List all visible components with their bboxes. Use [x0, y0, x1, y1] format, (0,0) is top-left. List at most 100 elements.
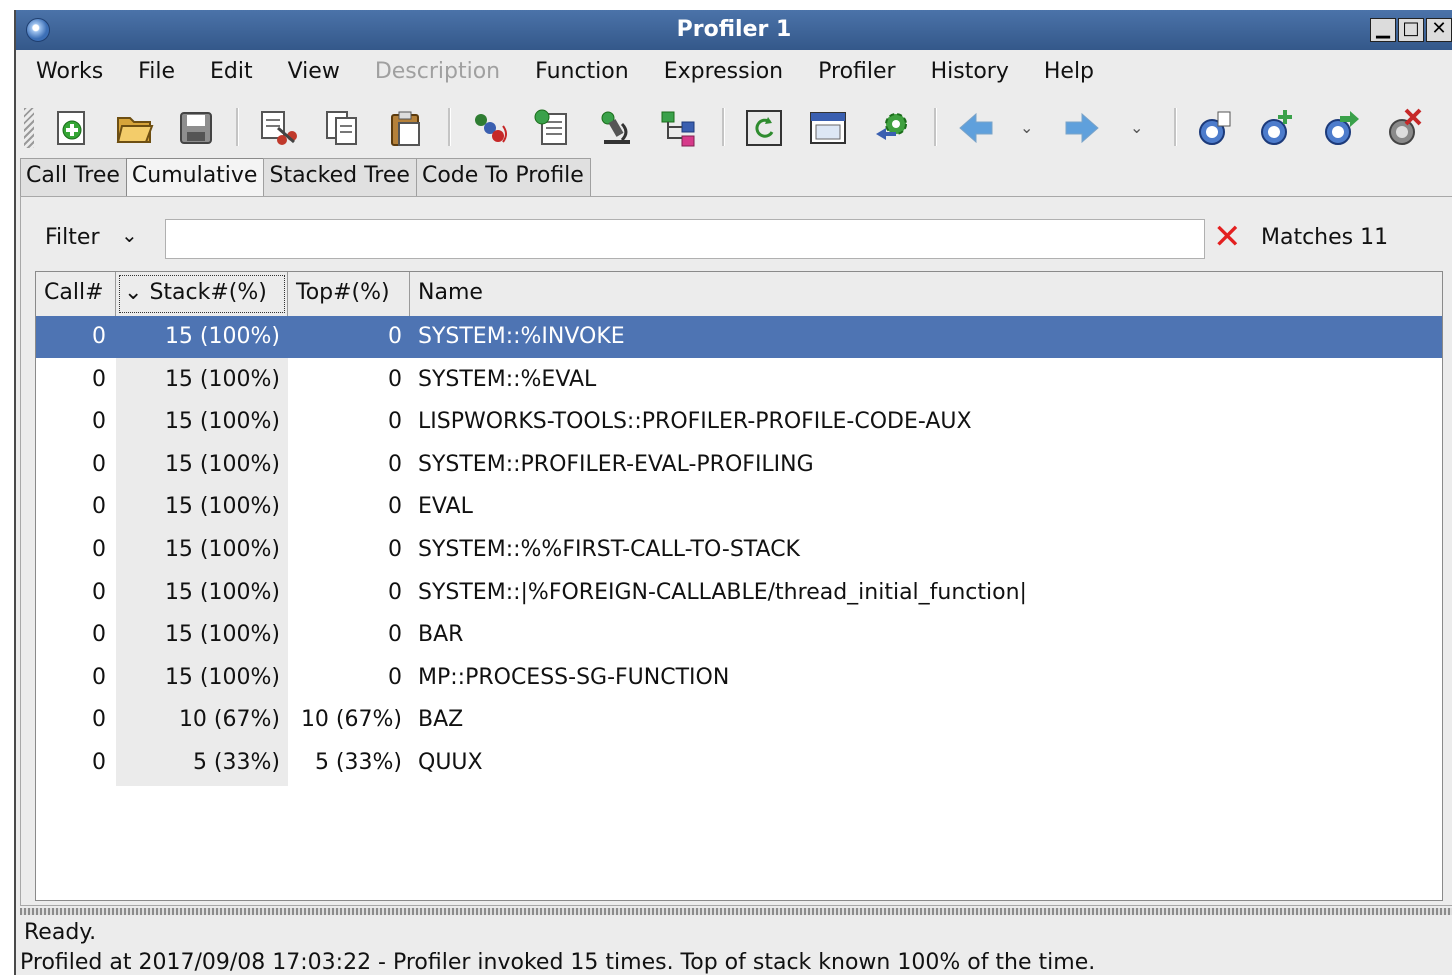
cell-stack: 15 (100%): [164, 494, 280, 520]
forward-arrow-icon[interactable]: [1062, 108, 1102, 148]
column-call[interactable]: Call#: [36, 272, 116, 316]
profiler-clear-icon[interactable]: [1384, 108, 1424, 148]
toolbar-separator: [236, 108, 239, 146]
cell-top: 0: [388, 366, 402, 392]
table-row[interactable]: 0 15 (100%) 0 SYSTEM::PROFILER-EVAL-PROFILI…: [36, 444, 1442, 486]
cell-call: 0: [92, 707, 106, 733]
cell-top: 5 (33%): [314, 750, 402, 775]
cell-stack: 15 (100%): [164, 324, 280, 349]
cell-stack: 15 (100%): [164, 409, 280, 435]
profiler-add-icon[interactable]: [1256, 108, 1296, 148]
column-stack[interactable]: ⌄ Stack#(%): [116, 272, 288, 316]
column-top-label: Top#(%): [296, 280, 390, 305]
cell-name: QUUX: [418, 750, 483, 775]
cell-call: 0: [92, 579, 106, 605]
cell-call: 0: [92, 622, 106, 648]
menu-profiler[interactable]: Profiler: [798, 59, 910, 84]
table-row[interactable]: 0 15 (100%) 0 LISPWORKS-TOOLS::PROFILER-PRO…: [36, 401, 1442, 443]
cell-stack: 15 (100%): [164, 366, 280, 392]
table-row[interactable]: 0 15 (100%) 0 SYSTEM::|%FOREIGN-CALLABLE/th…: [36, 572, 1442, 614]
paste-icon[interactable]: [386, 108, 426, 148]
cell-stack: 15 (100%): [164, 579, 280, 605]
toolbar-separator: [448, 108, 451, 146]
filter-input[interactable]: [165, 219, 1205, 259]
status-splitter[interactable]: [20, 908, 1452, 915]
cell-stack: 15 (100%): [164, 622, 280, 648]
menu-file[interactable]: File: [118, 59, 190, 84]
menu-works[interactable]: Works: [16, 59, 118, 84]
describe-icon[interactable]: [532, 108, 572, 148]
filter-mode-dropdown[interactable]: ⌄: [121, 223, 138, 247]
toolbar-separator: [1174, 108, 1177, 146]
forward-history-dropdown[interactable]: ⌄: [1130, 118, 1143, 137]
cell-call: 0: [92, 750, 106, 775]
column-top[interactable]: Top#(%): [288, 272, 410, 316]
menu-help[interactable]: Help: [1024, 59, 1109, 84]
column-name[interactable]: Name: [410, 272, 1442, 316]
toolbar-grip[interactable]: [24, 108, 34, 148]
profiler-go-icon[interactable]: [1320, 108, 1360, 148]
table-row[interactable]: 0 15 (100%) 0 SYSTEM::%EVAL: [36, 359, 1442, 401]
cell-stack: 5 (33%): [192, 750, 280, 775]
back-arrow-icon[interactable]: [956, 108, 996, 148]
save-icon[interactable]: [176, 108, 216, 148]
minimize-icon[interactable]: ▁: [1370, 18, 1396, 42]
inspect-icon[interactable]: [470, 108, 510, 148]
column-name-label: Name: [418, 280, 483, 305]
window-icon[interactable]: [808, 108, 848, 148]
cell-name: SYSTEM::|%FOREIGN-CALLABLE/thread_initia…: [418, 579, 1027, 605]
toolbar-separator: [934, 108, 937, 146]
matches-count: Matches 11: [1261, 225, 1389, 250]
cell-stack: 15 (100%): [164, 451, 280, 477]
tab-code-to-profile[interactable]: Code To Profile: [415, 158, 591, 196]
cell-name: SYSTEM::%EVAL: [418, 366, 597, 392]
copy-icon[interactable]: [322, 108, 362, 148]
graph-icon[interactable]: [658, 108, 698, 148]
menu-view[interactable]: View: [268, 59, 355, 84]
table-row[interactable]: 0 10 (67%) 10 (67%) BAZ: [36, 699, 1442, 741]
cut-icon[interactable]: [258, 108, 298, 148]
cell-name: EVAL: [418, 494, 473, 520]
cell-stack: 15 (100%): [164, 664, 280, 690]
table-row[interactable]: 0 5 (33%) 5 (33%) QUUX: [36, 742, 1442, 784]
profiler-settings-icon[interactable]: [1194, 108, 1234, 148]
maximize-icon[interactable]: □: [1398, 18, 1424, 42]
column-stack-label: Stack#(%): [149, 280, 267, 305]
cell-stack: 10 (67%): [178, 707, 280, 733]
table-row[interactable]: 0 15 (100%) 0 MP::PROCESS-SG-FUNCTION: [36, 657, 1442, 699]
table-row[interactable]: 0 15 (100%) 0 SYSTEM::%%FIRST-CALL-TO-STACK: [36, 529, 1442, 571]
profiler-window: Profiler 1 ▁ □ ✕ Works File Edit View De…: [14, 10, 1452, 975]
refresh-icon[interactable]: [744, 108, 784, 148]
status-message: Ready.: [24, 920, 97, 945]
cell-call: 0: [92, 451, 106, 477]
cell-top: 0: [388, 451, 402, 477]
table-row[interactable]: 0 15 (100%) 0 SYSTEM::%INVOKE: [36, 316, 1442, 358]
open-folder-icon[interactable]: [114, 108, 154, 148]
table-row[interactable]: 0 15 (100%) 0 BAR: [36, 614, 1442, 656]
menu-edit[interactable]: Edit: [190, 59, 268, 84]
menu-bar: Works File Edit View Description Functio…: [16, 52, 1452, 90]
column-call-label: Call#: [44, 280, 104, 305]
cell-top: 0: [388, 622, 402, 648]
cell-name: SYSTEM::%INVOKE: [418, 324, 625, 349]
clear-filter-icon[interactable]: ✕: [1213, 217, 1242, 257]
cell-top: 0: [388, 664, 402, 690]
back-history-dropdown[interactable]: ⌄: [1020, 118, 1033, 137]
window-title: Profiler 1: [676, 17, 792, 42]
tab-stacked-tree[interactable]: Stacked Tree: [263, 158, 417, 196]
tab-call-tree[interactable]: Call Tree: [20, 158, 127, 196]
new-icon[interactable]: [52, 108, 92, 148]
title-bar[interactable]: Profiler 1 ▁ □ ✕: [16, 10, 1452, 50]
filter-label[interactable]: Filter: [45, 225, 99, 250]
cell-top: 0: [388, 324, 402, 349]
menu-history[interactable]: History: [911, 59, 1024, 84]
tab-cumulative[interactable]: Cumulative: [125, 158, 265, 196]
menu-function[interactable]: Function: [515, 59, 644, 84]
table-row[interactable]: 0 15 (100%) 0 EVAL: [36, 486, 1442, 528]
cell-call: 0: [92, 537, 106, 562]
menu-expression[interactable]: Expression: [644, 59, 798, 84]
gear-icon[interactable]: [872, 108, 912, 148]
close-icon[interactable]: ✕: [1426, 18, 1452, 42]
cumulative-panel: Filter ⌄ ✕ Matches 11 Call# ⌄ Stack#(%) …: [20, 196, 1452, 906]
microscope-icon[interactable]: [596, 108, 636, 148]
